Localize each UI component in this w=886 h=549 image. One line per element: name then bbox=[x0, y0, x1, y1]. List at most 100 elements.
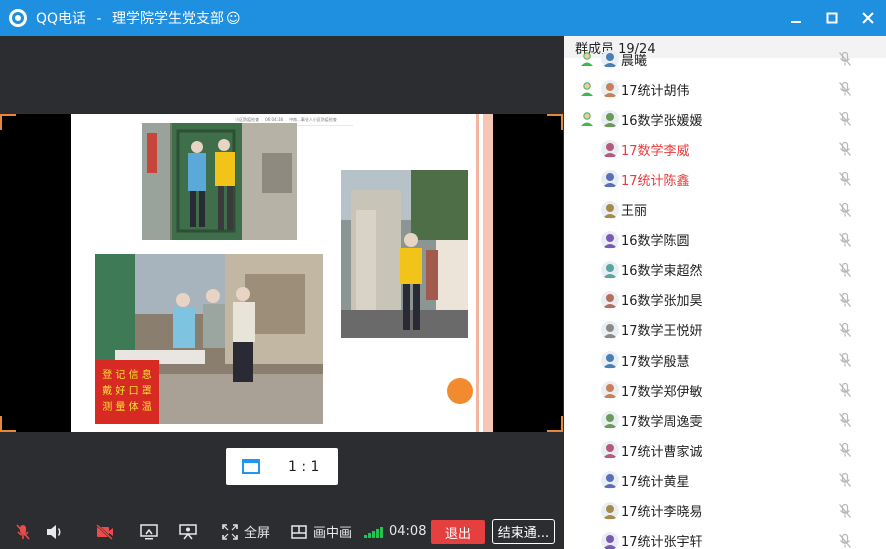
slide-photo-registration: 登 记 信 息 戴 好 口 罩 测 量 体 温 bbox=[95, 254, 323, 424]
ratio-label: 1 : 1 bbox=[288, 458, 320, 475]
member-row[interactable]: 17统计陈鑫 bbox=[564, 164, 886, 194]
maximize-icon bbox=[826, 12, 838, 24]
member-name: 17数学殷慧 bbox=[621, 354, 690, 370]
member-status-placeholder bbox=[579, 382, 595, 398]
member-status-placeholder bbox=[579, 533, 595, 549]
member-row[interactable]: 17统计张宇轩 bbox=[564, 526, 886, 549]
member-mic-muted-icon[interactable] bbox=[838, 292, 852, 308]
camera-button[interactable] bbox=[95, 514, 115, 549]
member-status-placeholder bbox=[579, 322, 595, 338]
call-timer: 04:08 bbox=[389, 524, 427, 539]
ratio-toggle[interactable]: 1 : 1 bbox=[226, 448, 338, 485]
presentation-button[interactable] bbox=[178, 514, 198, 549]
title-emoji: ☺ bbox=[226, 11, 241, 27]
member-mic-muted-icon[interactable] bbox=[838, 262, 852, 278]
pip-label: 画中画 bbox=[313, 526, 353, 541]
member-mic-muted-icon[interactable] bbox=[838, 352, 852, 368]
member-mic-muted-icon[interactable] bbox=[838, 472, 852, 488]
member-name: 17统计李晓易 bbox=[621, 505, 703, 520]
member-avatar bbox=[601, 351, 619, 369]
exit-button[interactable]: 退出 bbox=[431, 520, 485, 544]
member-mic-muted-icon[interactable] bbox=[838, 503, 852, 519]
microphone-muted-icon bbox=[16, 523, 30, 540]
member-mic-muted-icon[interactable] bbox=[838, 202, 852, 218]
slide-header-mid: 06:04:38 bbox=[265, 117, 284, 122]
picture-in-picture-button[interactable]: 画中画 bbox=[291, 514, 352, 549]
frame-corner bbox=[0, 114, 16, 130]
member-row[interactable]: 17数学周逸雯 bbox=[564, 405, 886, 435]
member-row[interactable]: 17数学郑伊敏 bbox=[564, 375, 886, 405]
member-name: 17统计黄星 bbox=[621, 474, 690, 490]
member-status-placeholder bbox=[579, 412, 595, 428]
member-mic-muted-icon[interactable] bbox=[838, 382, 852, 398]
members-panel: 群成员 19/24 晨曦 17统计胡伟 16数学张媛媛 17数学李威 17统计陈鑫 王丽 1… bbox=[564, 36, 886, 549]
banner-line-3: 测 量 体 温 bbox=[102, 400, 152, 413]
member-avatar bbox=[601, 501, 619, 520]
member-mic-muted-icon[interactable] bbox=[838, 51, 852, 67]
member-name: 17数学郑伊敏 bbox=[621, 384, 703, 400]
member-status-placeholder bbox=[579, 472, 595, 488]
slide-orange-dot bbox=[447, 378, 473, 404]
member-online-icon bbox=[581, 82, 593, 97]
member-online-icon bbox=[581, 112, 593, 127]
member-mic-muted-icon[interactable] bbox=[838, 141, 852, 157]
member-row[interactable]: 17统计胡伟 bbox=[564, 74, 886, 104]
member-row[interactable]: 17统计李晓易 bbox=[564, 496, 886, 526]
member-row[interactable]: 16数学陈圆 bbox=[564, 225, 886, 255]
qq-call-logo-icon bbox=[9, 9, 27, 27]
member-status-placeholder bbox=[579, 171, 595, 187]
slide-edge-decoration bbox=[476, 114, 479, 432]
share-screen-button[interactable] bbox=[139, 514, 159, 549]
member-mic-muted-icon[interactable] bbox=[838, 81, 852, 97]
member-name: 王丽 bbox=[621, 204, 648, 219]
window-icon bbox=[242, 459, 260, 474]
banner-line-1: 登 记 信 息 bbox=[102, 368, 152, 381]
member-mic-muted-icon[interactable] bbox=[838, 322, 852, 338]
member-row[interactable]: 17统计曹家诚 bbox=[564, 435, 886, 465]
maximize-button[interactable] bbox=[814, 0, 850, 36]
member-row[interactable]: 17数学殷慧 bbox=[564, 345, 886, 375]
member-avatar bbox=[601, 230, 619, 249]
share-screen-icon bbox=[140, 523, 158, 539]
member-status-placeholder bbox=[579, 202, 595, 218]
member-row[interactable]: 17统计黄星 bbox=[564, 465, 886, 495]
member-name: 17数学王悦妍 bbox=[621, 324, 703, 340]
member-status-placeholder bbox=[579, 503, 595, 519]
member-row[interactable]: 17数学王悦妍 bbox=[564, 315, 886, 345]
call-toolbar: 全屏 画中画 04:08 退出 结束通... bbox=[0, 514, 563, 549]
shared-screen-view[interactable]: 小区防疫检查 06:04:38 中南...事业人小区防疫检查 登 记 信 息 戴… bbox=[0, 114, 563, 432]
member-name: 17统计胡伟 bbox=[621, 83, 690, 99]
member-name: 16数学束超然 bbox=[621, 264, 703, 280]
minimize-button[interactable] bbox=[778, 0, 814, 36]
member-mic-muted-icon[interactable] bbox=[838, 171, 852, 187]
member-mic-muted-icon[interactable] bbox=[838, 111, 852, 127]
slide-header-left: 小区防疫检查 bbox=[235, 116, 260, 122]
title-bar: QQ电话 - 理学院学生党支部 ☺ bbox=[0, 0, 886, 36]
member-row[interactable]: 17数学李威 bbox=[564, 134, 886, 164]
member-row[interactable]: 16数学张媛媛 bbox=[564, 104, 886, 134]
member-status-placeholder bbox=[579, 352, 595, 368]
frame-corner bbox=[547, 416, 563, 432]
slide-photo-door bbox=[341, 170, 468, 338]
slide-edge-decoration bbox=[483, 114, 493, 432]
end-call-button[interactable]: 结束通... bbox=[492, 519, 555, 544]
member-mic-muted-icon[interactable] bbox=[838, 533, 852, 549]
member-mic-muted-icon[interactable] bbox=[838, 442, 852, 458]
member-mic-muted-icon[interactable] bbox=[838, 412, 852, 428]
member-row[interactable]: 16数学张加昊 bbox=[564, 285, 886, 315]
member-avatar bbox=[601, 531, 619, 549]
member-name: 16数学陈圆 bbox=[621, 234, 690, 250]
microphone-button[interactable] bbox=[14, 514, 32, 549]
member-status-placeholder bbox=[579, 141, 595, 157]
member-mic-muted-icon[interactable] bbox=[838, 232, 852, 248]
title-separator: - bbox=[96, 11, 102, 27]
member-row[interactable]: 晨曦 bbox=[564, 44, 886, 74]
member-row[interactable]: 16数学束超然 bbox=[564, 255, 886, 285]
frame-corner bbox=[547, 114, 563, 130]
presentation-slide: 小区防疫检查 06:04:38 中南...事业人小区防疫检查 登 记 信 息 戴… bbox=[71, 114, 493, 432]
speaker-button[interactable] bbox=[45, 514, 65, 549]
fullscreen-button[interactable]: 全屏 bbox=[222, 514, 270, 549]
close-button[interactable] bbox=[850, 0, 886, 36]
member-row[interactable]: 王丽 bbox=[564, 195, 886, 225]
member-status-placeholder bbox=[579, 232, 595, 248]
